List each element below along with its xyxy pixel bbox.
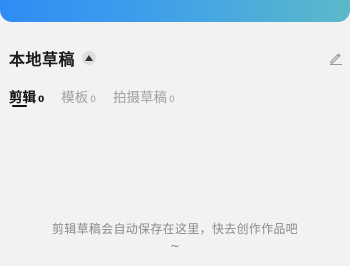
pencil-icon (330, 53, 342, 65)
empty-state-line-1: 剪辑草稿会自动保存在这里，快去创作作品吧 (51, 222, 298, 236)
tab-label: 拍摄草稿 (113, 90, 167, 106)
tab-template[interactable]: 模板 0 (61, 86, 96, 106)
tab-shoot-drafts[interactable]: 拍摄草稿 0 (113, 86, 175, 106)
tab-label: 剪辑 (9, 90, 36, 106)
drafts-page: 本地草稿 剪辑 0 模板 0 拍摄草稿 0 剪辑草稿会自动保存在这里，快去创作作… (0, 0, 350, 266)
triangle-up-icon (85, 55, 94, 61)
edit-button[interactable] (328, 50, 344, 66)
empty-state-message: 剪辑草稿会自动保存在这里，快去创作作品吧 ~ (0, 221, 350, 255)
tab-count: 0 (169, 95, 175, 105)
tab-count: 0 (90, 95, 96, 105)
tab-label: 模板 (61, 90, 89, 106)
collapse-toggle-button[interactable] (82, 51, 97, 65)
active-tab-indicator (12, 105, 27, 107)
tab-count: 0 (38, 95, 45, 105)
section-header: 本地草稿 (9, 45, 97, 71)
empty-state-line-2: ~ (169, 239, 181, 253)
tab-edit[interactable]: 剪辑 0 (9, 86, 45, 107)
top-banner[interactable] (0, 0, 350, 22)
draft-tabs: 剪辑 0 模板 0 拍摄草稿 0 (9, 84, 192, 107)
section-title: 本地草稿 (9, 50, 76, 69)
